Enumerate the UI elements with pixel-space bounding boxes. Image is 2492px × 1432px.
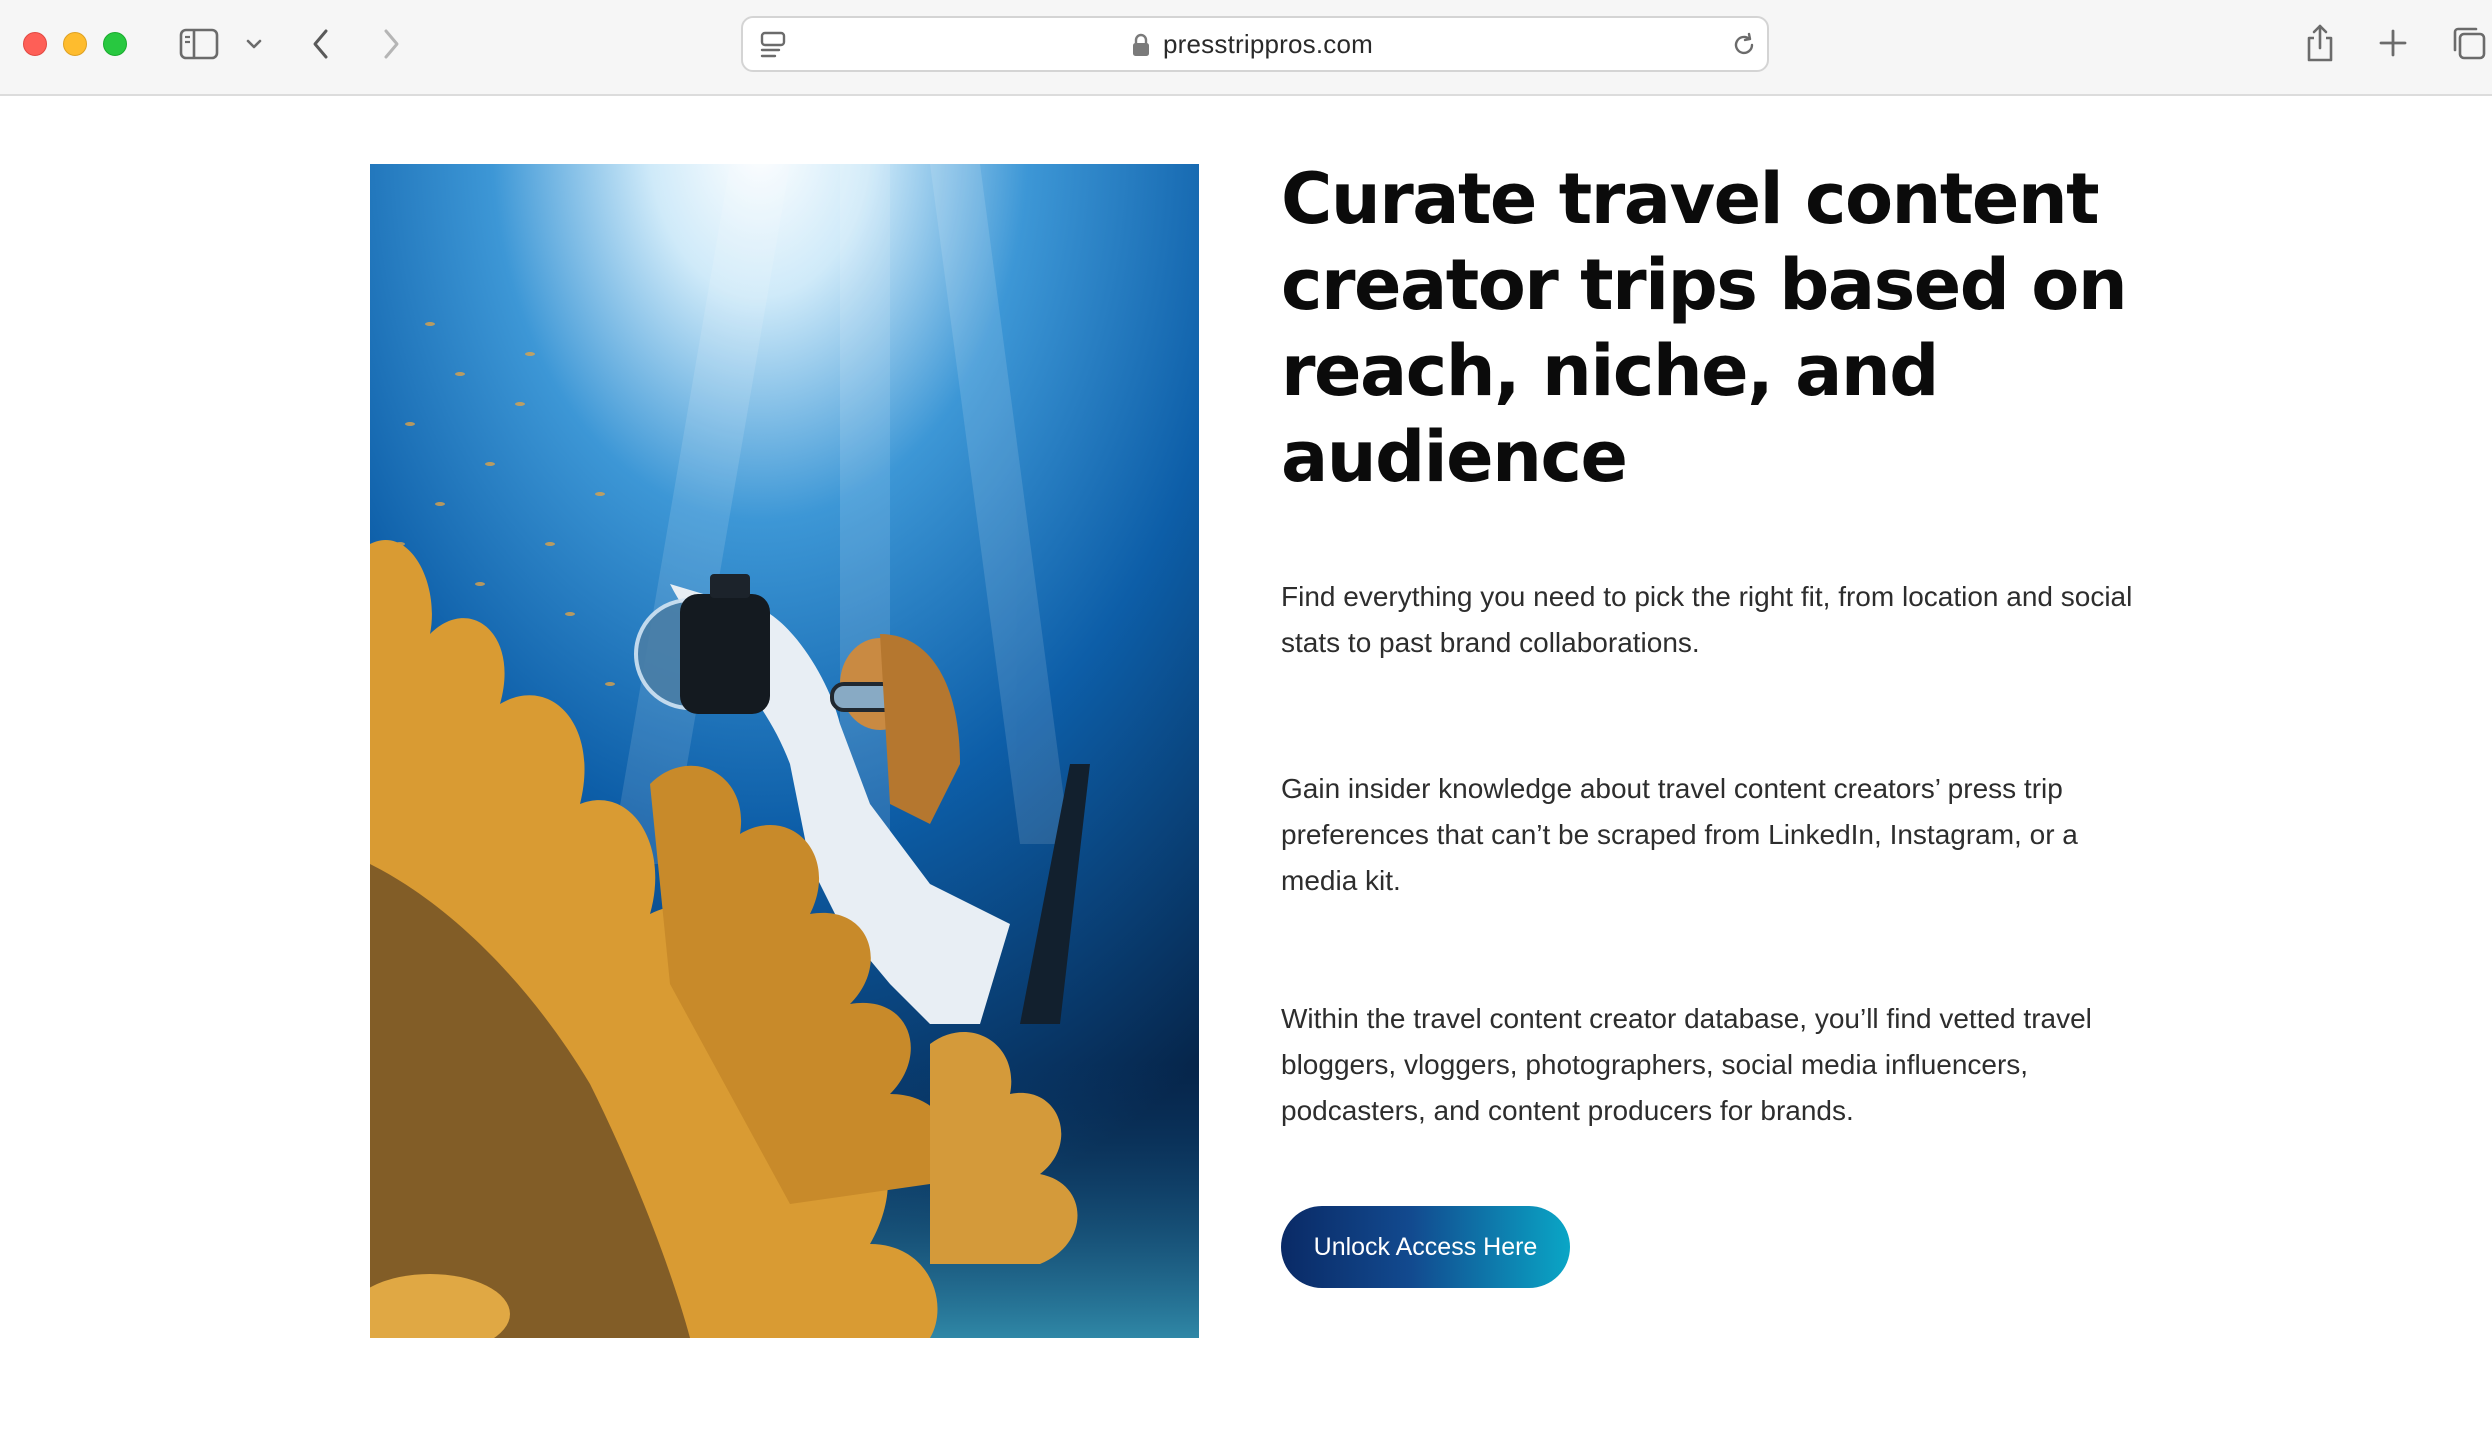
- unlock-access-button[interactable]: Unlock Access Here: [1281, 1206, 1570, 1288]
- share-icon[interactable]: [2302, 20, 2338, 66]
- hero-paragraph-3: Within the travel content creator databa…: [1281, 1003, 2092, 1126]
- plus-icon[interactable]: [2376, 26, 2410, 60]
- chevron-right-icon[interactable]: [376, 24, 406, 64]
- reload-icon[interactable]: [1729, 30, 1759, 60]
- tabs-icon[interactable]: [2450, 24, 2488, 62]
- close-window-button[interactable]: [23, 32, 47, 56]
- hero-paragraph-2: Gain insider knowledge about travel cont…: [1281, 773, 2078, 896]
- address-bar[interactable]: presstrippros.com: [741, 16, 1769, 72]
- page-content: Curate travel content creator trips base…: [0, 98, 2492, 1432]
- chevron-left-icon[interactable]: [306, 24, 336, 64]
- sidebar-icon[interactable]: [178, 26, 220, 62]
- hero-photo: [370, 164, 1199, 1338]
- chevron-down-icon[interactable]: [242, 34, 266, 54]
- hero-paragraph-1: Find everything you need to pick the rig…: [1281, 581, 2133, 658]
- hero-headline: Curate travel content creator trips base…: [1281, 158, 2128, 498]
- url-text[interactable]: presstrippros.com: [1163, 18, 1373, 70]
- lock-icon: [1129, 31, 1153, 59]
- zoom-window-button[interactable]: [103, 32, 127, 56]
- minimize-window-button[interactable]: [63, 32, 87, 56]
- browser-toolbar: presstrippros.com: [0, 0, 2492, 96]
- page-menu-icon[interactable]: [757, 30, 789, 60]
